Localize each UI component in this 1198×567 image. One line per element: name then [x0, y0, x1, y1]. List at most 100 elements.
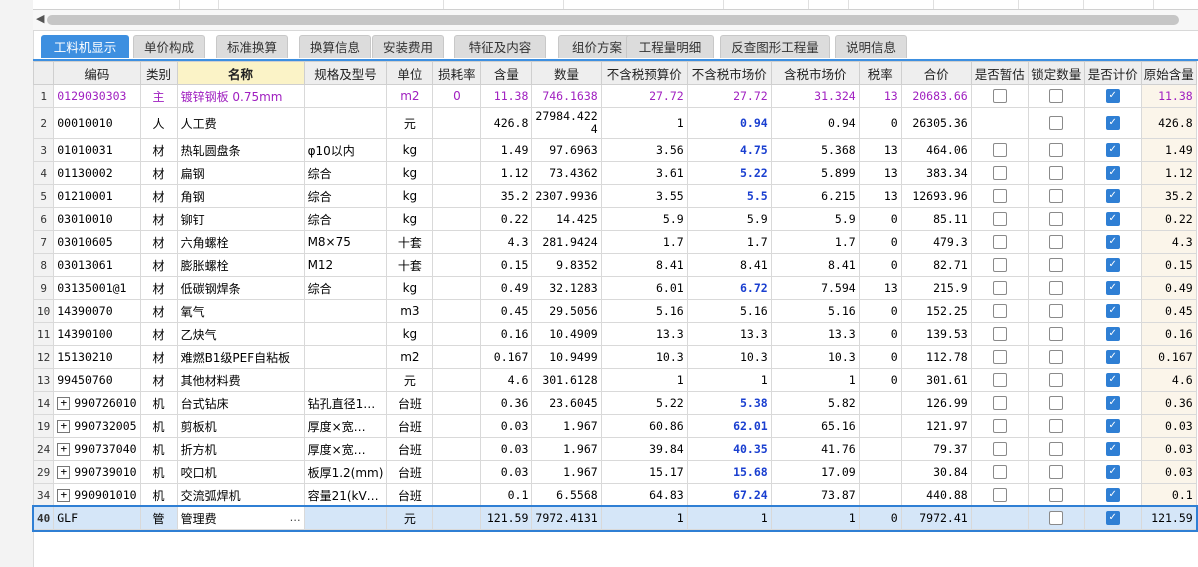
expand-icon[interactable]: +: [57, 489, 71, 502]
pretax-budget-price-cell[interactable]: 3.61: [600, 161, 688, 185]
table-row[interactable]: 40GLF管管理费…元121.597972.413111107972.41121…: [31, 504, 1198, 532]
name-cell[interactable]: 铆钉: [176, 207, 305, 231]
name-cell[interactable]: 低碳钢焊条: [176, 276, 305, 300]
loss-rate-cell[interactable]: [432, 253, 482, 277]
unit-cell[interactable]: m3: [386, 299, 434, 323]
name-cell[interactable]: 膨胀螺栓: [176, 253, 305, 277]
checkbox-checked-icon[interactable]: [1105, 212, 1120, 227]
spec-cell[interactable]: 综合: [303, 276, 388, 300]
tax-rate-cell[interactable]: 13: [858, 84, 902, 108]
checkbox-icon[interactable]: [992, 373, 1007, 388]
tax-rate-cell[interactable]: [858, 460, 902, 484]
checkbox-checked-icon[interactable]: [1105, 189, 1120, 204]
loss-rate-cell[interactable]: [432, 161, 482, 185]
loss-rate-cell[interactable]: [432, 207, 482, 231]
content-cell[interactable]: 0.03: [480, 437, 533, 461]
provisional-checkbox[interactable]: [970, 107, 1029, 139]
content-cell[interactable]: 0.45: [480, 299, 533, 323]
col-header-tax-rate[interactable]: 税率: [858, 61, 902, 85]
name-cell[interactable]: 人工费: [176, 107, 305, 139]
checkbox-icon[interactable]: [992, 442, 1007, 457]
pretax-market-price-cell[interactable]: 15.68: [686, 460, 772, 484]
table-row[interactable]: 24 +990737040 机折方机 厚度×宽… 台班 0.03 1.967 39.84 40.…: [32, 437, 1197, 461]
checkbox-icon[interactable]: [1049, 442, 1064, 457]
code-cell[interactable]: 03013061: [53, 253, 141, 277]
pretax-budget-price-cell[interactable]: 60.86: [600, 414, 688, 438]
tax-rate-cell[interactable]: 0: [858, 207, 902, 231]
pretax-market-price-cell[interactable]: 1: [686, 368, 772, 392]
checkbox-icon[interactable]: [1049, 396, 1064, 411]
category-cell[interactable]: 机: [139, 483, 178, 507]
category-cell[interactable]: 材: [139, 207, 178, 231]
table-row[interactable]: 6 03010010 材铆钉 综合 kg 0.22 14.425 5.9 5.9 5.9 0 85.1…: [32, 207, 1197, 231]
checkbox-checked-icon[interactable]: [1105, 304, 1120, 319]
priced-checkbox[interactable]: [1083, 253, 1142, 277]
unit-cell[interactable]: 台班: [386, 460, 434, 484]
lock-qty-checkbox[interactable]: [1027, 84, 1085, 108]
pretax-market-price-cell[interactable]: 27.72: [686, 84, 772, 108]
unit-cell[interactable]: kg: [386, 276, 434, 300]
pretax-budget-price-cell[interactable]: 10.3: [600, 345, 688, 369]
category-cell[interactable]: 材: [139, 161, 178, 185]
tax-rate-cell[interactable]: 0: [858, 230, 902, 254]
col-header-spec[interactable]: 规格及型号: [303, 61, 388, 85]
pretax-budget-price-cell[interactable]: 5.22: [600, 391, 688, 415]
table-row[interactable]: 7 03010605 材六角螺栓 M8×75 十套 4.3 281.9424 1.7 1.7 1.…: [32, 230, 1197, 254]
table-row[interactable]: 12 15130210 材难燃B1级PEF自粘板 m2 0.167 10.9499 10.3…: [32, 345, 1197, 369]
provisional-checkbox[interactable]: [970, 184, 1029, 208]
unit-cell[interactable]: 十套: [386, 253, 434, 277]
lock-qty-checkbox[interactable]: [1027, 322, 1085, 346]
unit-cell[interactable]: 元: [386, 368, 434, 392]
code-cell[interactable]: 03010010: [53, 207, 141, 231]
pretax-market-price-cell[interactable]: 0.94: [686, 107, 772, 139]
code-cell[interactable]: 03135001@1: [53, 276, 141, 300]
content-cell[interactable]: 0.03: [480, 414, 533, 438]
pretax-budget-price-cell[interactable]: 8.41: [600, 253, 688, 277]
checkbox-icon[interactable]: [992, 258, 1007, 273]
col-header-content[interactable]: 含量: [480, 61, 533, 85]
tax-market-price-cell[interactable]: 13.3: [770, 322, 860, 346]
tab-6[interactable]: 特征及内容: [454, 35, 546, 58]
checkbox-icon[interactable]: [1049, 189, 1064, 204]
col-header-category[interactable]: 类别: [139, 61, 178, 85]
unit-cell[interactable]: kg: [386, 322, 434, 346]
tax-market-price-cell[interactable]: 5.9: [770, 207, 860, 231]
quantity-cell[interactable]: 9.8352: [531, 253, 602, 277]
code-cell[interactable]: +990732005: [53, 414, 141, 438]
pretax-market-price-cell[interactable]: 5.16: [686, 299, 772, 323]
lock-qty-checkbox[interactable]: [1027, 414, 1085, 438]
quantity-cell[interactable]: 301.6128: [531, 368, 602, 392]
table-row[interactable]: 5 01210001 材角钢 综合 kg 35.2 2307.9936 3.55 5.5 6.21…: [32, 184, 1197, 208]
table-row[interactable]: 4 01130002 材扁钢 综合 kg 1.12 73.4362 3.61 5.22 5.899…: [32, 161, 1197, 185]
lock-qty-checkbox[interactable]: [1027, 368, 1085, 392]
quantity-cell[interactable]: 14.425: [531, 207, 602, 231]
priced-checkbox[interactable]: [1083, 506, 1142, 530]
category-cell[interactable]: 机: [139, 460, 178, 484]
checkbox-icon[interactable]: [1049, 511, 1064, 526]
checkbox-icon[interactable]: [992, 235, 1007, 250]
unit-cell[interactable]: 元: [386, 506, 434, 530]
scroll-left-icon[interactable]: ◀: [36, 12, 44, 25]
checkbox-icon[interactable]: [992, 89, 1007, 104]
tax-rate-cell[interactable]: [858, 437, 902, 461]
pretax-budget-price-cell[interactable]: 1: [600, 368, 688, 392]
quantity-cell[interactable]: 1.967: [531, 460, 602, 484]
unit-cell[interactable]: m2: [386, 345, 434, 369]
table-row[interactable]: 14 +990726010 机台式钻床 钻孔直径1… 台班 0.36 23.6045 5.22…: [32, 391, 1197, 415]
checkbox-icon[interactable]: [1049, 235, 1064, 250]
provisional-checkbox[interactable]: [970, 437, 1029, 461]
unit-cell[interactable]: 台班: [386, 483, 434, 507]
code-cell[interactable]: 14390100: [53, 322, 141, 346]
tax-market-price-cell[interactable]: 10.3: [770, 345, 860, 369]
name-cell[interactable]: 扁钢: [176, 161, 305, 185]
checkbox-checked-icon[interactable]: [1105, 281, 1120, 296]
spec-cell[interactable]: 厚度×宽…: [303, 414, 388, 438]
name-cell[interactable]: 交流弧焊机: [176, 483, 305, 507]
content-cell[interactable]: 426.8: [480, 107, 533, 139]
col-header-loss-rate[interactable]: 损耗率: [432, 61, 482, 85]
name-cell[interactable]: 角钢: [176, 184, 305, 208]
tax-market-price-cell[interactable]: 1: [770, 506, 860, 530]
tax-rate-cell[interactable]: 0: [858, 253, 902, 277]
lock-qty-checkbox[interactable]: [1027, 138, 1085, 162]
loss-rate-cell[interactable]: [432, 276, 482, 300]
